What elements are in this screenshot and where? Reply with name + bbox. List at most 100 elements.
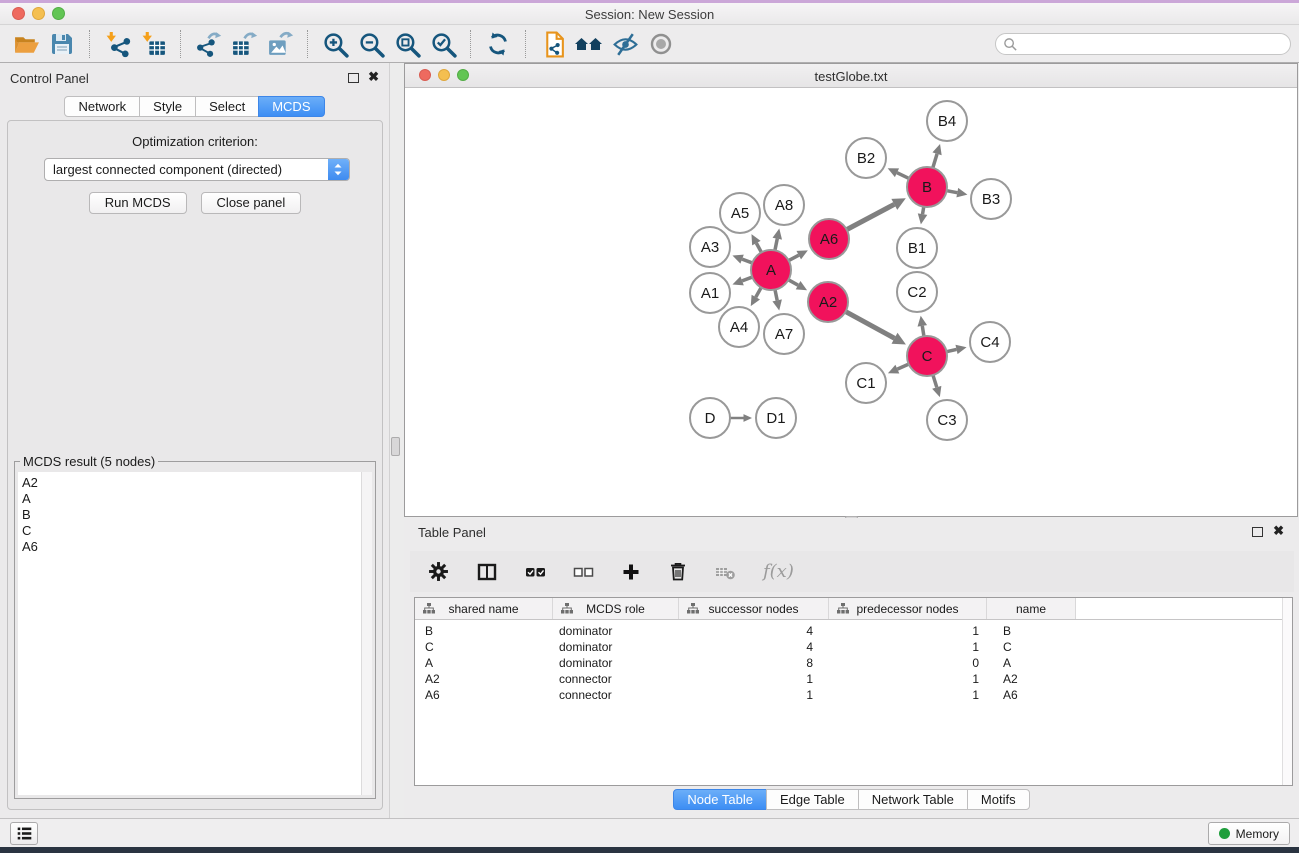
zoom-selected-icon[interactable]	[425, 29, 461, 59]
delete-table-icon[interactable]	[715, 562, 736, 582]
graph-edge[interactable]	[742, 259, 752, 263]
network-canvas[interactable]: AA1A2A3A4A5A6A7A8BB1B2B3B4CC1C2C3C4DD1	[405, 89, 1297, 516]
table-close-panel-icon[interactable]: ✖	[1273, 523, 1284, 539]
list-item[interactable]: A	[22, 491, 372, 507]
tab-motifs[interactable]: Motifs	[967, 789, 1030, 810]
float-panel-icon[interactable]	[348, 73, 359, 83]
graph-edge-arrowhead	[744, 414, 753, 422]
column-header-shared-name[interactable]: shared name	[415, 598, 553, 619]
tab-mcds[interactable]: MCDS	[258, 96, 324, 117]
run-mcds-button[interactable]: Run MCDS	[89, 192, 187, 214]
graph-edge[interactable]	[897, 364, 908, 369]
hide-view-icon[interactable]	[607, 29, 643, 59]
graph-edge[interactable]	[897, 173, 909, 179]
column-header-predecessor-nodes[interactable]: predecessor nodes	[829, 598, 987, 619]
graph-edge[interactable]	[846, 312, 895, 339]
close-panel-icon[interactable]: ✖	[368, 69, 379, 85]
graph-node-label: D	[705, 410, 716, 427]
graph-edge[interactable]	[847, 204, 895, 229]
task-history-button[interactable]	[10, 822, 38, 845]
list-item[interactable]: A6	[22, 539, 372, 555]
session-document-icon[interactable]	[535, 29, 571, 59]
table-cell: 4	[679, 640, 829, 654]
graph-edge[interactable]	[789, 255, 799, 260]
graph-edge[interactable]	[947, 191, 958, 193]
tab-style[interactable]: Style	[139, 96, 196, 117]
memory-status-icon	[1219, 828, 1230, 839]
graph-edge[interactable]	[947, 349, 957, 351]
result-list-scrollbar[interactable]	[361, 472, 372, 795]
tab-network-table[interactable]: Network Table	[858, 789, 968, 810]
zoom-fit-icon[interactable]	[389, 29, 425, 59]
list-item[interactable]: B	[22, 507, 372, 523]
deselect-all-columns-icon[interactable]	[573, 562, 594, 582]
control-panel-title: Control Panel	[10, 71, 89, 86]
graph-edge-arrowhead	[955, 345, 966, 354]
search-input[interactable]	[1018, 35, 1290, 53]
task-list-icon	[16, 825, 33, 842]
table-row[interactable]: Adominator80A	[415, 655, 1292, 671]
close-panel-button[interactable]: Close panel	[201, 192, 302, 214]
graph-edge[interactable]	[775, 239, 777, 251]
table-cell: A	[987, 656, 1076, 670]
graph-edge[interactable]	[933, 375, 937, 387]
graph-node-label: B	[922, 179, 932, 196]
function-builder-icon[interactable]: f(x)	[763, 561, 794, 582]
node-table-body: Bdominator41BCdominator41CAdominator80AA…	[415, 620, 1292, 703]
graph-edge[interactable]	[922, 326, 924, 336]
graph-edge[interactable]	[756, 243, 761, 252]
column-header-mcds-role[interactable]: MCDS role	[553, 598, 679, 619]
tab-edge-table[interactable]: Edge Table	[766, 789, 859, 810]
table-row[interactable]: Bdominator41B	[415, 623, 1292, 639]
table-row[interactable]: A6connector11A6	[415, 687, 1292, 703]
list-item[interactable]: A2	[22, 475, 372, 491]
export-table-icon[interactable]	[226, 29, 262, 59]
save-session-icon[interactable]	[44, 29, 80, 59]
network-view-window: testGlobe.txt AA1A2A3A4A5A6A7A8BB1B2B3B4…	[404, 63, 1298, 517]
graph-edge[interactable]	[742, 277, 752, 281]
table-panel: Table Panel ✖ f(x) shared name	[404, 518, 1299, 818]
zoom-out-icon[interactable]	[353, 29, 389, 59]
left-splitter-handle[interactable]	[391, 437, 400, 456]
zoom-in-icon[interactable]	[317, 29, 353, 59]
graph-edge[interactable]	[756, 287, 761, 297]
window-title: Session: New Session	[0, 7, 1299, 22]
show-column-panel-icon[interactable]	[476, 562, 498, 582]
import-table-icon[interactable]	[135, 29, 171, 59]
graph-edge[interactable]	[923, 207, 924, 214]
select-all-columns-icon[interactable]	[525, 562, 546, 582]
table-float-panel-icon[interactable]	[1252, 527, 1263, 537]
table-scrollbar[interactable]	[1282, 598, 1292, 785]
show-view-icon[interactable]	[643, 29, 679, 59]
graph-node-label: C2	[907, 284, 926, 301]
export-image-icon[interactable]	[262, 29, 298, 59]
open-file-icon[interactable]	[8, 29, 44, 59]
delete-column-trash-icon[interactable]	[668, 561, 688, 582]
tab-node-table[interactable]: Node Table	[673, 789, 767, 810]
table-settings-gear-icon[interactable]	[428, 561, 449, 582]
refresh-icon[interactable]	[480, 29, 516, 59]
tab-select[interactable]: Select	[195, 96, 259, 117]
create-column-plus-icon[interactable]	[621, 562, 641, 582]
network-window-titlebar[interactable]: testGlobe.txt	[405, 64, 1297, 88]
import-network-icon[interactable]	[99, 29, 135, 59]
graph-edge[interactable]	[933, 154, 937, 168]
export-network-icon[interactable]	[190, 29, 226, 59]
table-row[interactable]: A2connector11A2	[415, 671, 1292, 687]
optimization-criterion-select[interactable]: largest connected component (directed)	[44, 158, 350, 181]
memory-button[interactable]: Memory	[1208, 822, 1290, 845]
table-row[interactable]: Cdominator41C	[415, 639, 1292, 655]
graph-edge[interactable]	[775, 290, 777, 301]
graph-edge[interactable]	[788, 280, 798, 285]
graph-edge-arrowhead	[932, 386, 941, 397]
column-header-name[interactable]: name	[987, 598, 1076, 619]
table-cell: 0	[829, 656, 987, 670]
table-cell: 1	[829, 672, 987, 686]
graph-edge-arrowhead	[932, 144, 941, 155]
search-field[interactable]	[995, 33, 1291, 55]
list-item[interactable]: C	[22, 523, 372, 539]
column-header-successor-nodes[interactable]: successor nodes	[679, 598, 829, 619]
tab-network[interactable]: Network	[64, 96, 140, 117]
home-icon[interactable]	[571, 29, 607, 59]
network-window-title: testGlobe.txt	[405, 69, 1297, 84]
